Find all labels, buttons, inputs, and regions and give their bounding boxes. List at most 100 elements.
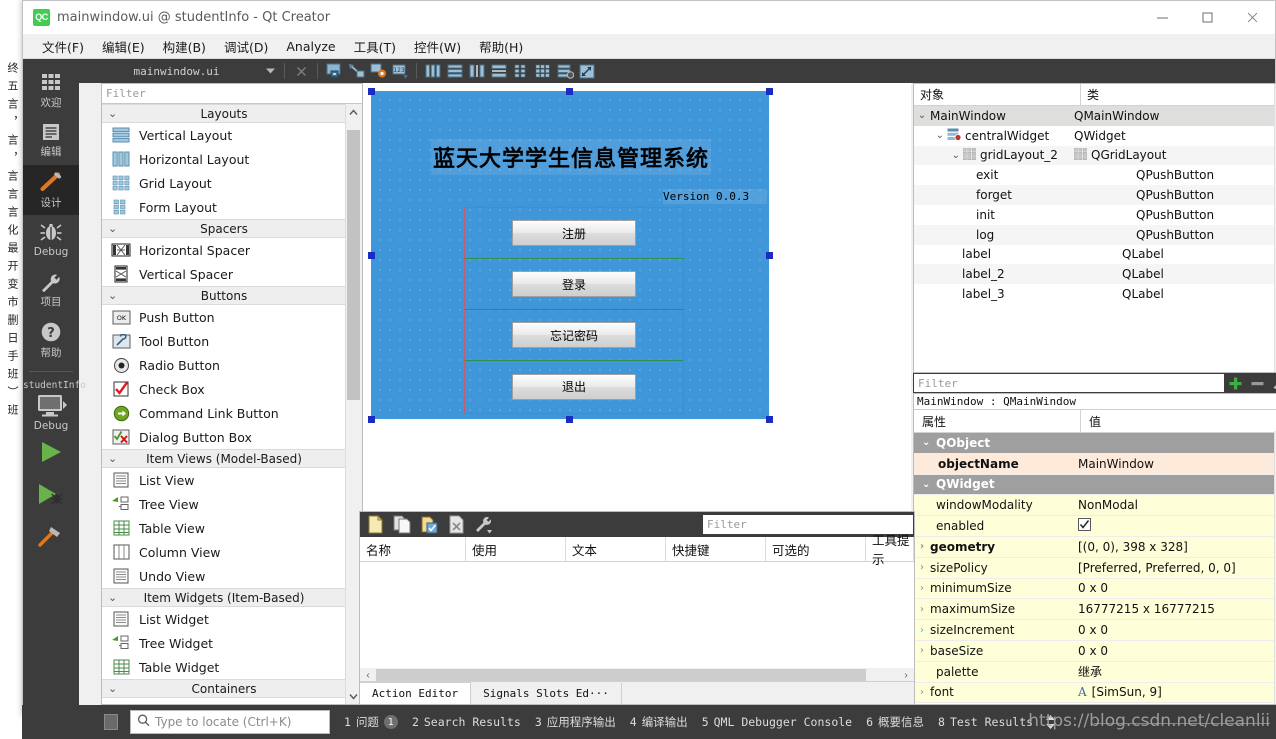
chevron-right-icon[interactable]: › xyxy=(914,645,930,656)
form-title-label[interactable]: 蓝天大学学生信息管理系统 xyxy=(431,139,711,175)
scroll-right-icon[interactable]: › xyxy=(898,670,914,681)
property-row-sizepolicy[interactable]: › sizePolicy [Preferred, Preferred, 0, 0… xyxy=(914,557,1276,579)
new-file-icon[interactable] xyxy=(363,514,387,536)
action-editor-hscrollbar[interactable]: ‹ › xyxy=(360,668,914,682)
mode-design[interactable]: 设计 xyxy=(23,165,79,215)
widget-item-form-layout[interactable]: Form Layout xyxy=(102,195,346,219)
tree-row-centralwidget[interactable]: ⌄ centralWidget QWidget xyxy=(914,126,1276,146)
menu-edit[interactable]: 编辑(E) xyxy=(93,34,154,59)
widget-item-tree-view[interactable]: Tree View xyxy=(102,492,346,516)
chevron-down-icon[interactable]: ⌄ xyxy=(914,130,947,141)
plus-icon[interactable] xyxy=(1224,373,1246,393)
close-icon[interactable] xyxy=(1230,1,1275,34)
locator-input[interactable]: Type to locate (Ctrl+K) xyxy=(130,710,330,734)
delete-x-icon[interactable] xyxy=(444,514,468,536)
paste-icon[interactable] xyxy=(417,514,441,536)
chevron-right-icon[interactable]: › xyxy=(914,562,930,573)
form-button-forgot-password[interactable]: 忘记密码 xyxy=(512,322,636,348)
property-value[interactable]: [Preferred, Preferred, 0, 0] xyxy=(1078,561,1236,575)
tab-action-editor[interactable]: Action Editor xyxy=(360,682,472,704)
splitter-v-icon[interactable] xyxy=(488,61,510,81)
output-pane-issues[interactable]: 1 问题 1 xyxy=(344,714,398,730)
form-canvas[interactable]: 蓝天大学学生信息管理系统 Version 0.0.3 注册 登录 忘记密码 退出 xyxy=(363,83,911,511)
kit-selector[interactable]: studentInfo Debug xyxy=(23,376,86,432)
output-pane-qml-debugger-console[interactable]: 5 QML Debugger Console xyxy=(702,715,852,729)
minus-icon[interactable] xyxy=(1246,373,1268,393)
widget-box-filter[interactable]: Filter xyxy=(102,84,362,104)
property-row-windowmodality[interactable]: windowModality NonModal xyxy=(914,495,1276,517)
mode-help[interactable]: ? 帮助 xyxy=(23,315,79,365)
menu-debug[interactable]: 调试(D) xyxy=(215,34,277,59)
form-grid-layout[interactable]: 注册 登录 忘记密码 退出 xyxy=(464,207,684,414)
output-pane-test-results[interactable]: 8 Test Results xyxy=(938,715,1033,729)
tree-row-label2[interactable]: label_2 QLabel xyxy=(914,264,1276,285)
property-value[interactable]: 0 x 0 xyxy=(1078,623,1108,637)
widget-item-grid-layout[interactable]: Grid Layout xyxy=(102,171,346,195)
widget-item-table-view[interactable]: Table View xyxy=(102,516,346,540)
form-button-register[interactable]: 注册 xyxy=(512,220,636,246)
signals-slots-icon[interactable] xyxy=(345,61,367,81)
menu-build[interactable]: 构建(B) xyxy=(154,34,215,59)
chevron-right-icon[interactable]: › xyxy=(914,625,930,636)
property-row-maximumsize[interactable]: › maximumSize 16777215 x 16777215 xyxy=(914,599,1276,621)
chevron-down-icon[interactable]: ⌄ xyxy=(922,479,930,490)
property-row-minimumsize[interactable]: › minimumSize 0 x 0 xyxy=(914,578,1276,600)
run-button[interactable] xyxy=(23,432,79,474)
widget-item-radio-button[interactable]: Radio Button xyxy=(102,353,346,377)
output-pane-compile-output[interactable]: 4 编译输出 xyxy=(630,714,688,730)
widget-item-vertical-layout[interactable]: Vertical Layout xyxy=(102,123,346,147)
output-pane-application-output[interactable]: 3 应用程序输出 xyxy=(535,714,616,730)
mode-debug[interactable]: Debug xyxy=(23,215,79,265)
chevron-right-icon[interactable]: › xyxy=(914,687,930,698)
tree-row-mainwindow[interactable]: ⌄ MainWindow QMainWindow xyxy=(914,106,1276,126)
widget-item-undo-view[interactable]: Undo View xyxy=(102,564,346,588)
widget-item-horizontal-spacer[interactable]: Horizontal Spacer xyxy=(102,238,346,262)
menu-analyze[interactable]: Analyze xyxy=(277,36,344,57)
property-value[interactable]: 继承 xyxy=(1078,663,1102,680)
property-group-qobject[interactable]: ⌄ QObject xyxy=(914,433,1276,454)
widget-item-column-view[interactable]: Column View xyxy=(102,540,346,564)
selection-handle-s[interactable] xyxy=(566,416,573,423)
tree-row-label3[interactable]: label_3 QLabel xyxy=(914,284,1276,304)
mode-projects[interactable]: 项目 xyxy=(23,265,79,315)
widget-item-horizontal-layout[interactable]: Horizontal Layout xyxy=(102,147,346,171)
selection-handle-e[interactable] xyxy=(766,252,773,259)
layout-vertical-icon[interactable] xyxy=(444,61,466,81)
splitter-h-icon[interactable] xyxy=(466,61,488,81)
tree-row-log[interactable]: log QPushButton xyxy=(914,224,1276,245)
chevron-right-icon[interactable]: › xyxy=(914,541,930,552)
copy-icon[interactable] xyxy=(390,514,414,536)
property-row-objectname[interactable]: objectName MainWindow xyxy=(914,453,1276,475)
grid-layout-icon[interactable] xyxy=(532,61,554,81)
widget-item-tool-button[interactable]: Tool Button xyxy=(102,329,346,353)
property-group-qwidget[interactable]: ⌄ QWidget xyxy=(914,474,1276,496)
widget-item-check-box[interactable]: Check Box xyxy=(102,377,346,401)
menu-file[interactable]: 文件(F) xyxy=(33,34,93,59)
form-version-label[interactable]: Version 0.0.3 xyxy=(663,189,767,204)
mode-edit[interactable]: 编辑 xyxy=(23,115,79,165)
output-pane-general-messages[interactable]: 6 概要信息 xyxy=(866,714,924,730)
property-value[interactable]: [(0, 0), 398 x 328] xyxy=(1078,540,1188,554)
property-value[interactable]: 0 x 0 xyxy=(1078,581,1108,595)
property-row-palette[interactable]: palette 继承 xyxy=(914,661,1276,683)
tree-row-init[interactable]: init QPushButton xyxy=(914,205,1276,225)
output-pane-search-results[interactable]: 2 Search Results xyxy=(412,715,521,729)
property-row-sizeincrement[interactable]: › sizeIncrement 0 x 0 xyxy=(914,620,1276,641)
chevron-right-icon[interactable]: › xyxy=(914,604,930,615)
property-filter-input[interactable]: Filter xyxy=(914,374,1224,392)
adjust-size-icon[interactable] xyxy=(576,61,598,81)
layout-horizontal-icon[interactable] xyxy=(422,61,444,81)
menu-tools[interactable]: 工具(T) xyxy=(345,34,405,59)
action-editor-scroll-thumb[interactable] xyxy=(376,669,866,681)
selection-handle-ne[interactable] xyxy=(766,88,773,95)
chevron-down-icon[interactable]: ⌄ xyxy=(914,150,963,161)
selection-handle-nw[interactable] xyxy=(368,88,375,95)
menu-widgets[interactable]: 控件(W) xyxy=(405,34,470,59)
widget-category-spacers[interactable]: ⌄ Spacers xyxy=(102,219,346,238)
minimize-icon[interactable] xyxy=(1140,1,1185,34)
selection-handle-se[interactable] xyxy=(766,416,773,423)
widget-category-item-views[interactable]: ⌄ Item Views (Model-Based) xyxy=(102,449,346,468)
property-value[interactable]: MainWindow xyxy=(1078,457,1154,471)
widget-item-dialog-button-box[interactable]: Dialog Button Box xyxy=(102,425,346,449)
widget-item-table-widget[interactable]: Table Widget xyxy=(102,655,346,679)
